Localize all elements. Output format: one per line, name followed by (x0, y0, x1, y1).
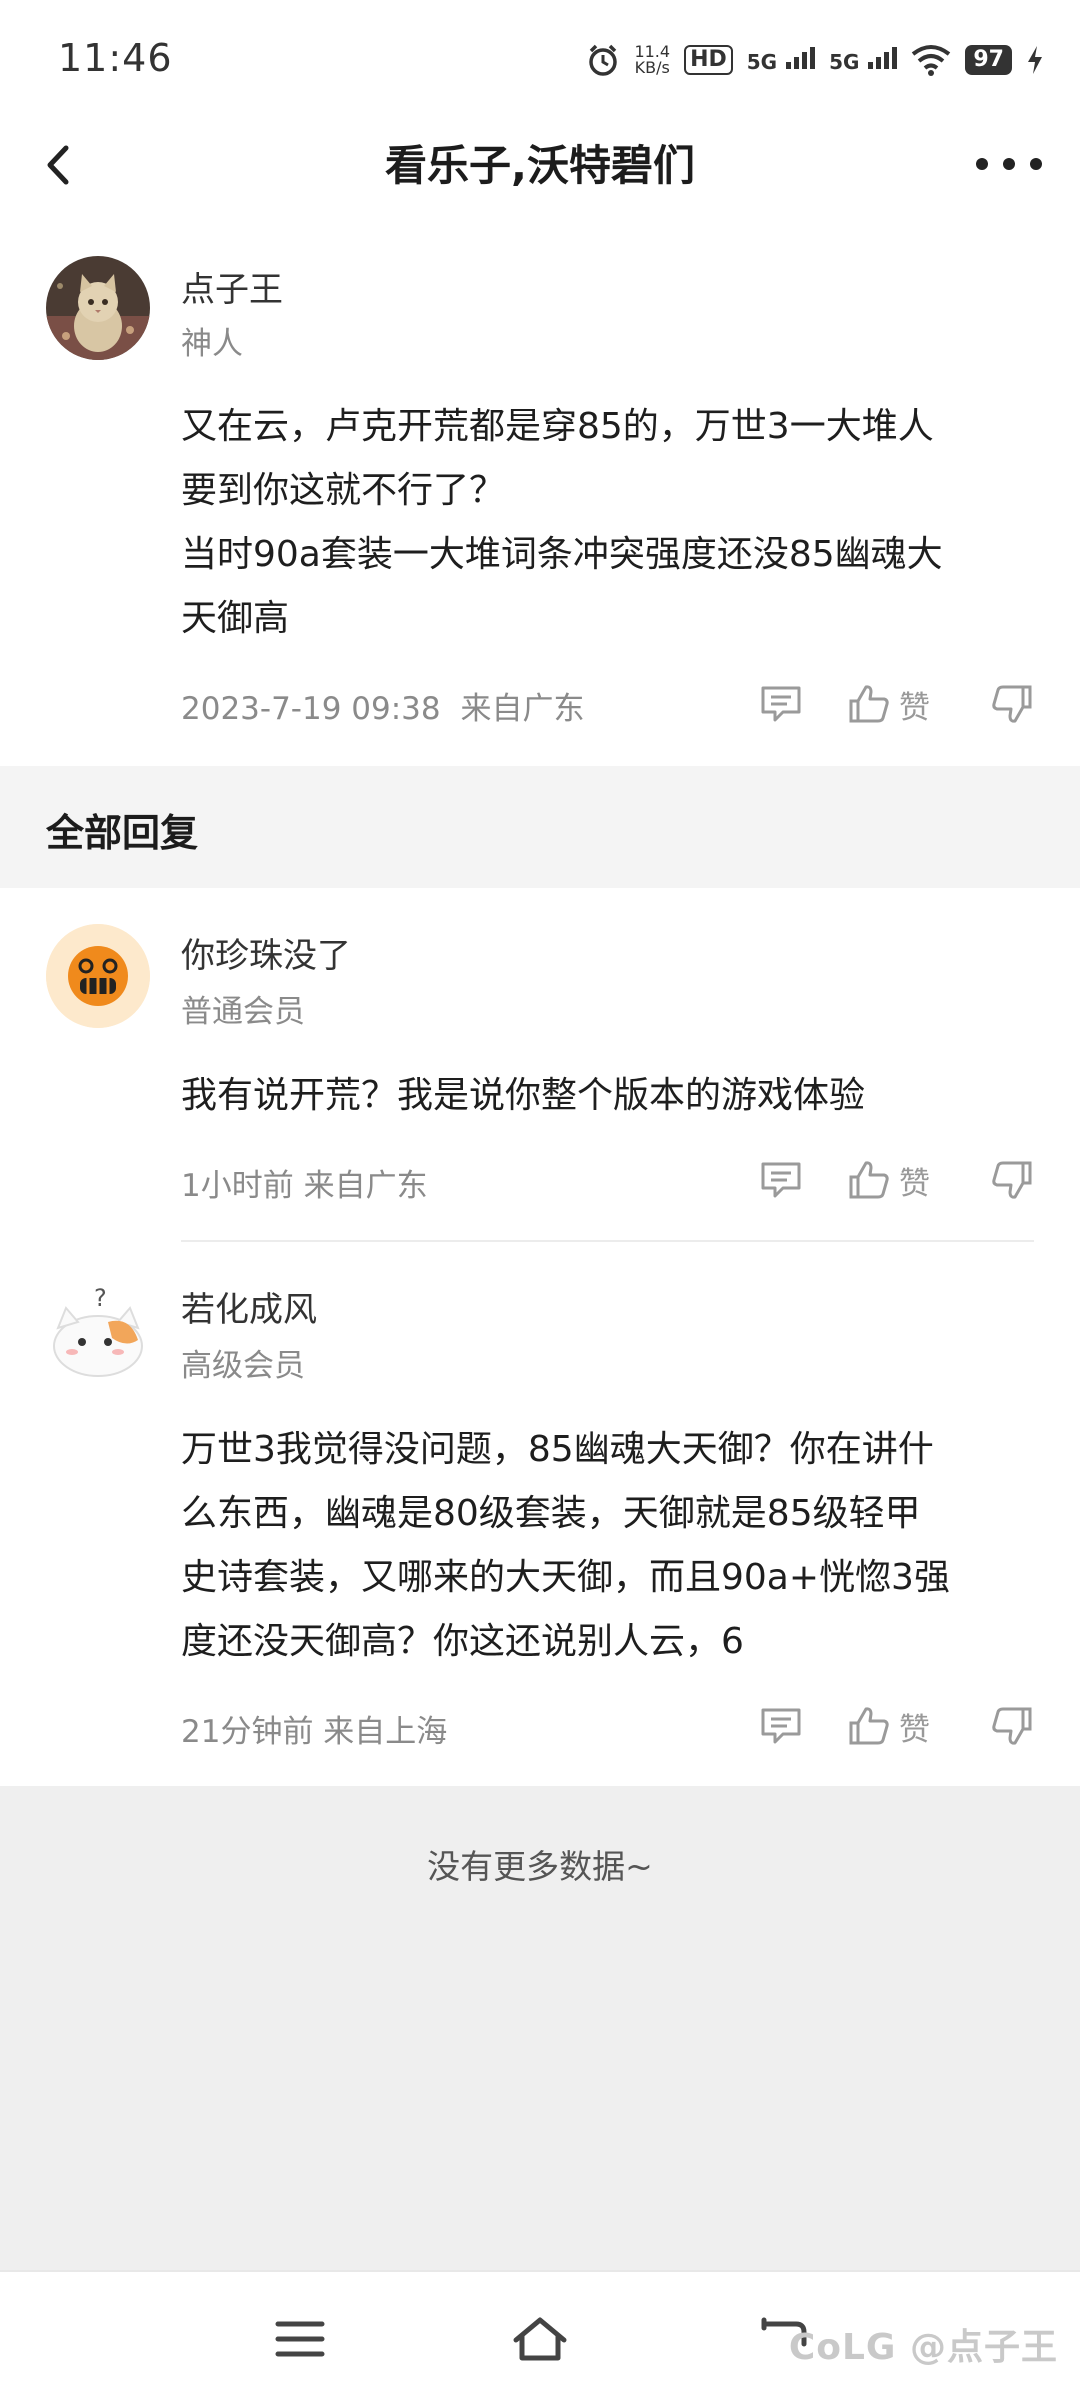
thumbs-down-icon[interactable] (990, 683, 1034, 725)
home-icon[interactable] (510, 2314, 570, 2364)
thumbs-up-icon (849, 1707, 889, 1745)
reply-author-rank: 高级会员 (181, 1348, 305, 1384)
battery-icon: 97 (965, 45, 1012, 75)
post-meta: 2023-7-19 09:38 来自广东 (181, 683, 584, 728)
top-app-bar: 看乐子,沃特碧们 (0, 120, 1080, 210)
reply-author-name[interactable]: 若化成风 (181, 1282, 317, 1331)
post-timestamp: 2023-7-19 09:38 (181, 691, 441, 727)
like-label: 赞 (899, 689, 930, 726)
menu-icon[interactable] (270, 2314, 330, 2364)
reply-meta: 21分钟前 来自上海 (181, 1714, 448, 1750)
comment-icon[interactable] (759, 684, 803, 724)
network-speed: 11.4 KB/s (634, 42, 671, 77)
reply-author-name[interactable]: 你珍珠没了 (181, 928, 351, 977)
signal-5g-icon-2: 5G (829, 46, 898, 74)
like-button[interactable]: 赞 (847, 1704, 930, 1749)
wifi-icon (912, 45, 951, 76)
svg-text:?: ? (94, 1284, 107, 1312)
status-icons: 11.4 KB/s HD 5G 5G 97 (586, 38, 1044, 82)
like-label: 赞 (899, 1711, 930, 1748)
reply-content: 万世3我觉得没问题，85幽魂大天御？你在讲什 么东西，幽魂是80级套装，天御就是… (181, 1429, 950, 1662)
like-label: 赞 (899, 1165, 930, 1202)
list-footer: 没有更多数据~ (0, 1786, 1080, 2270)
thumbs-down-icon[interactable] (990, 1705, 1034, 1747)
reply-meta: 1小时前 来自广东 (181, 1168, 428, 1204)
post-author-rank: 神人 (181, 326, 243, 362)
divider (181, 1240, 1034, 1242)
thumbs-down-icon[interactable] (990, 1159, 1034, 1201)
post-content: 又在云，卢克开荒都是穿85的，万世3一大堆人 要到你这就不行了？ 当时90a套装… (181, 406, 943, 639)
section-title: 全部回复 (46, 811, 199, 855)
status-bar: 11:46 11.4 KB/s HD 5G 5G 97 (0, 0, 1080, 120)
avatar[interactable] (46, 256, 150, 360)
thumbs-up-icon (849, 1161, 889, 1199)
comment-icon[interactable] (759, 1706, 803, 1746)
reply-author-rank: 普通会员 (181, 994, 305, 1030)
charging-icon (1028, 46, 1042, 74)
more-options-icon[interactable] (972, 146, 1046, 182)
post-author-name[interactable]: 点子王 (181, 262, 283, 311)
section-header: 全部回复 (0, 766, 1080, 888)
comment-icon[interactable] (759, 1160, 803, 1200)
watermark: CoLG @点子王 (788, 2327, 1058, 2368)
avatar[interactable]: ? (46, 1278, 150, 1382)
reply-content: 我有说开荒？我是说你整个版本的游戏体验 (181, 1075, 866, 1116)
page-title: 看乐子,沃特碧们 (385, 141, 695, 190)
reply-actions: 赞 (759, 1155, 1034, 1205)
clock: 11:46 (58, 36, 173, 80)
post-actions: 赞 (759, 679, 1034, 729)
no-more-data-text: 没有更多数据~ (427, 1847, 653, 1886)
signal-5g-icon: 5G (747, 46, 816, 74)
like-button[interactable]: 赞 (847, 1158, 930, 1203)
thumbs-up-icon (849, 685, 889, 723)
alarm-icon (589, 44, 618, 76)
reply-actions: 赞 (759, 1701, 1034, 1751)
hd-icon: HD (684, 45, 733, 75)
post-location: 来自广东 (460, 691, 585, 727)
like-button[interactable]: 赞 (847, 682, 930, 727)
avatar[interactable] (46, 924, 150, 1028)
